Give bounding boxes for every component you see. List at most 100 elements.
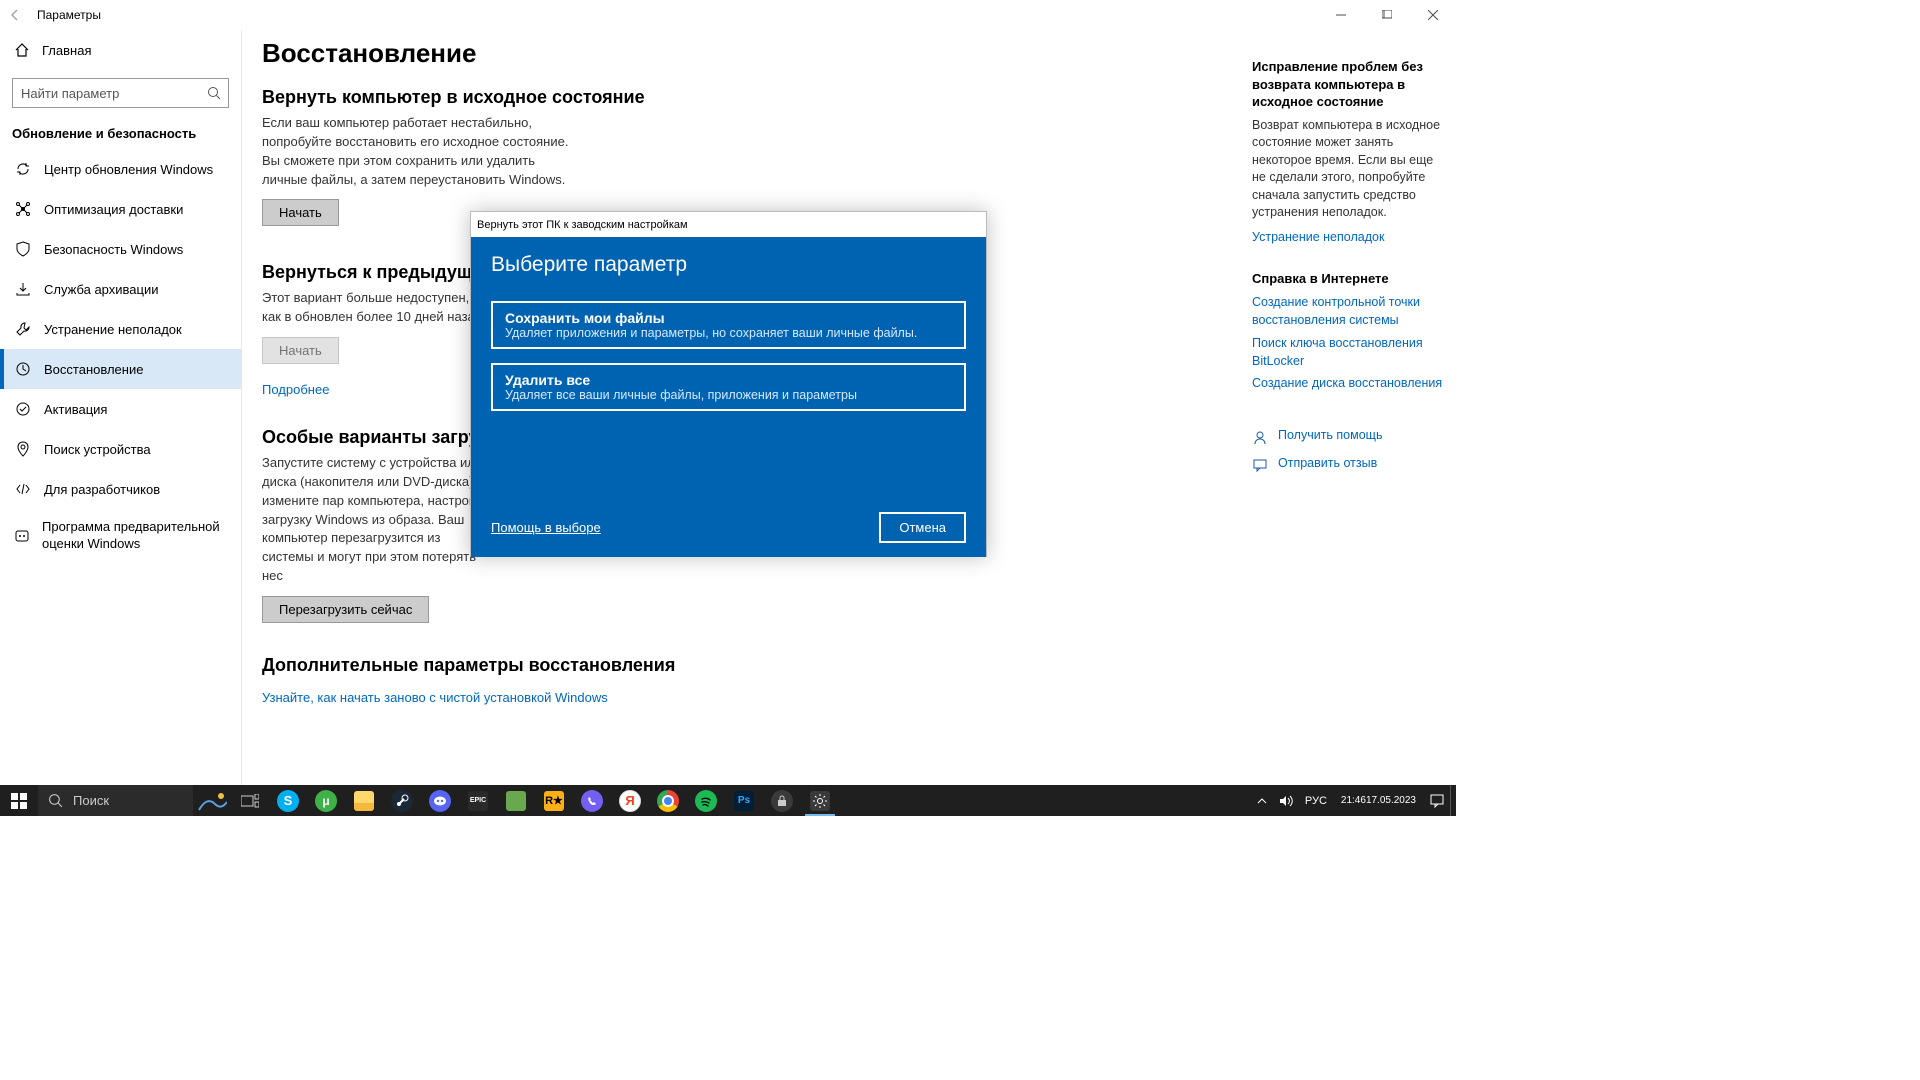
tray-volume-icon[interactable] xyxy=(1273,785,1299,816)
sidebar-item-activation[interactable]: Активация xyxy=(0,389,241,429)
sync-icon xyxy=(14,161,32,177)
optimize-icon xyxy=(14,201,32,217)
sidebar-item-label: Активация xyxy=(44,402,107,417)
taskbar-chrome[interactable] xyxy=(649,785,687,816)
taskbar-utorrent[interactable]: μ xyxy=(307,785,345,816)
sidebar-item-find-device[interactable]: Поиск устройства xyxy=(0,429,241,469)
taskbar-rockstar[interactable]: R★ xyxy=(535,785,573,816)
sidebar-item-label: Устранение неполадок xyxy=(44,322,182,337)
sidebar-item-delivery-optimization[interactable]: Оптимизация доставки xyxy=(0,189,241,229)
tray-date: 17.05.2023 xyxy=(1366,795,1416,807)
troubleshoot-link[interactable]: Устранение неполадок xyxy=(1252,228,1446,246)
taskbar-steam[interactable] xyxy=(383,785,421,816)
sidebar-item-label: Оптимизация доставки xyxy=(44,202,183,217)
taskbar-photoshop[interactable]: Ps xyxy=(725,785,763,816)
morerecovery-heading: Дополнительные параметры восстановления xyxy=(262,655,1238,676)
check-icon xyxy=(14,401,32,417)
goback-learnmore-link[interactable]: Подробнее xyxy=(262,382,329,397)
bitlocker-key-link[interactable]: Поиск ключа восстановления BitLocker xyxy=(1252,334,1446,370)
restore-point-link[interactable]: Создание контрольной точки восстановлени… xyxy=(1252,293,1446,329)
advstart-text: Запустите систему с устройства или диска… xyxy=(262,454,492,586)
taskbar-explorer[interactable] xyxy=(345,785,383,816)
taskbar-settings[interactable] xyxy=(801,785,839,816)
taskbar-spotify[interactable] xyxy=(687,785,725,816)
tray-language[interactable]: РУС xyxy=(1299,785,1333,816)
home-button[interactable]: Главная xyxy=(0,30,241,70)
feedback-icon xyxy=(1252,457,1268,473)
sidebar-item-developers[interactable]: Для разработчиков xyxy=(0,469,241,509)
sidebar-item-insider[interactable]: Программа предварительной оценки Windows xyxy=(0,509,241,563)
minimize-button[interactable] xyxy=(1318,0,1364,30)
search-icon xyxy=(207,86,221,100)
option-keep-files[interactable]: Сохранить мои файлы Удаляет приложения и… xyxy=(491,301,966,349)
option-title: Удалить все xyxy=(505,372,952,388)
sidebar-item-windows-update[interactable]: Центр обновления Windows xyxy=(0,149,241,189)
get-help-link[interactable]: Получить помощь xyxy=(1252,426,1446,448)
taskbar-epic[interactable]: EPIC xyxy=(459,785,497,816)
home-label: Главная xyxy=(42,43,91,58)
goback-text: Этот вариант больше недоступен, так как … xyxy=(262,289,492,327)
window-title: Параметры xyxy=(37,8,101,22)
sidebar-item-recovery[interactable]: Восстановление xyxy=(0,349,241,389)
cancel-button[interactable]: Отмена xyxy=(879,512,966,543)
recovery-icon xyxy=(14,361,32,377)
tray-chevron[interactable] xyxy=(1251,785,1273,816)
window-titlebar: Параметры xyxy=(0,0,1456,30)
goback-start-button: Начать xyxy=(262,337,339,364)
sidebar: Главная Обновление и безопасность Центр … xyxy=(0,30,242,785)
restart-now-button[interactable]: Перезагрузить сейчас xyxy=(262,596,429,623)
reset-dialog: Вернуть этот ПК к заводским настройкам В… xyxy=(470,211,987,557)
reset-text: Если ваш компьютер работает нестабильно,… xyxy=(262,114,572,189)
taskbar-yandex[interactable]: Я xyxy=(611,785,649,816)
option-remove-all[interactable]: Удалить все Удаляет все ваши личные файл… xyxy=(491,363,966,411)
maximize-button[interactable] xyxy=(1364,0,1410,30)
dialog-heading: Выберите параметр xyxy=(491,253,966,277)
taskbar-lock-app[interactable] xyxy=(763,785,801,816)
start-button[interactable] xyxy=(0,785,38,816)
option-title: Сохранить мои файлы xyxy=(505,310,952,326)
tray-notifications[interactable] xyxy=(1424,785,1450,816)
sidebar-item-label: Центр обновления Windows xyxy=(44,162,213,177)
wrench-icon xyxy=(14,321,32,337)
taskbar-discord[interactable] xyxy=(421,785,459,816)
back-button[interactable] xyxy=(0,0,30,30)
fix-problems-heading: Исправление проблем без возврата компьют… xyxy=(1252,58,1446,111)
fix-problems-text: Возврат компьютера в исходное состояние … xyxy=(1252,117,1446,222)
option-desc: Удаляет приложения и параметры, но сохра… xyxy=(505,326,952,340)
feedback-label: Отправить отзыв xyxy=(1278,454,1377,472)
reset-start-button[interactable]: Начать xyxy=(262,199,339,226)
fresh-start-link[interactable]: Узнайте, как начать заново с чистой уста… xyxy=(262,690,608,705)
reset-heading: Вернуть компьютер в исходное состояние xyxy=(262,87,1238,108)
help-icon xyxy=(1252,429,1268,445)
cortana-button[interactable] xyxy=(193,785,231,816)
taskbar-viber[interactable] xyxy=(573,785,611,816)
taskview-button[interactable] xyxy=(231,785,269,816)
insider-icon xyxy=(14,528,30,544)
sidebar-item-backup[interactable]: Служба архивации xyxy=(0,269,241,309)
home-icon xyxy=(14,42,30,58)
recovery-drive-link[interactable]: Создание диска восстановления xyxy=(1252,374,1446,392)
option-desc: Удаляет все ваши личные файлы, приложени… xyxy=(505,388,952,402)
location-icon xyxy=(14,441,32,457)
backup-icon xyxy=(14,281,32,297)
taskbar-search-label: Поиск xyxy=(73,793,109,808)
tray-clock[interactable]: 21:46 17.05.2023 xyxy=(1333,785,1424,816)
sidebar-section-header: Обновление и безопасность xyxy=(0,116,241,149)
dialog-title: Вернуть этот ПК к заводским настройкам xyxy=(471,212,986,237)
taskbar-minecraft[interactable] xyxy=(497,785,535,816)
taskbar-skype[interactable]: S xyxy=(269,785,307,816)
search-input[interactable] xyxy=(12,78,229,108)
sidebar-item-windows-security[interactable]: Безопасность Windows xyxy=(0,229,241,269)
feedback-link[interactable]: Отправить отзыв xyxy=(1252,454,1446,476)
show-desktop[interactable] xyxy=(1450,785,1456,816)
shield-icon xyxy=(14,241,32,257)
sidebar-item-troubleshoot[interactable]: Устранение неполадок xyxy=(0,309,241,349)
close-button[interactable] xyxy=(1410,0,1456,30)
help-choose-link[interactable]: Помощь в выборе xyxy=(491,520,601,535)
tray-time: 21:46 xyxy=(1341,795,1366,807)
sidebar-item-label: Программа предварительной оценки Windows xyxy=(42,519,241,553)
page-title: Восстановление xyxy=(262,38,1238,69)
taskbar-search[interactable]: Поиск xyxy=(38,785,193,816)
sidebar-item-label: Восстановление xyxy=(44,362,143,377)
taskbar: Поиск S μ EPIC R★ Я Ps РУС 21:46 17.05.2… xyxy=(0,785,1456,816)
